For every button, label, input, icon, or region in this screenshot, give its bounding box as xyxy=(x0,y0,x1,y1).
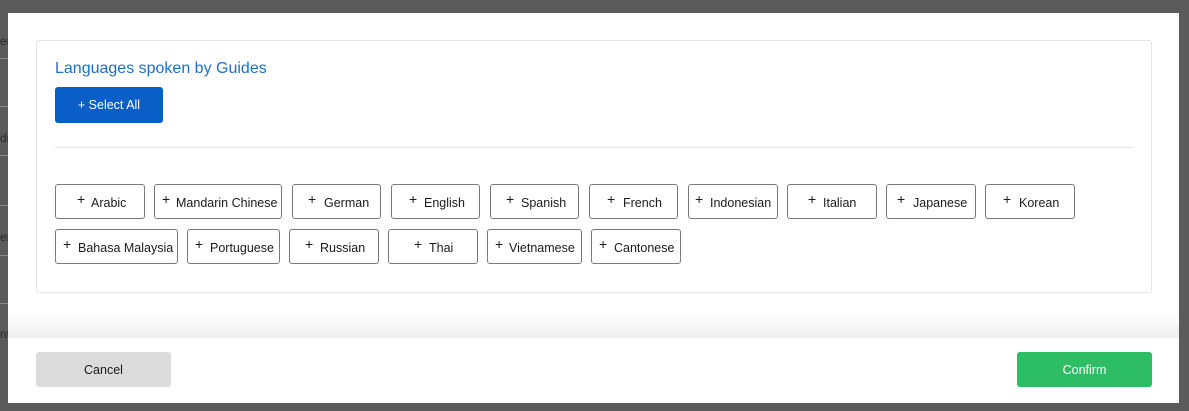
background-row-divider xyxy=(0,58,8,59)
language-label: Russian xyxy=(320,241,366,255)
background-row-divider xyxy=(0,303,8,304)
background-row-divider xyxy=(0,205,8,206)
plus-icon: + xyxy=(305,236,314,252)
section-title: Languages spoken by Guides xyxy=(55,60,267,77)
background-row-divider xyxy=(0,106,8,107)
background-row-text: nte xyxy=(0,327,8,341)
background-row-text: er xyxy=(0,34,8,48)
select-all-button[interactable]: + Select All xyxy=(55,87,163,123)
plus-icon: + xyxy=(1003,191,1012,207)
plus-icon: + xyxy=(495,236,504,252)
language-chip-korean[interactable]: + Korean xyxy=(985,184,1075,219)
language-chip-spanish[interactable]: + Spanish xyxy=(490,184,579,219)
language-chip-portuguese[interactable]: + Portuguese xyxy=(187,229,280,264)
language-chip-russian[interactable]: + Russian xyxy=(289,229,379,264)
plus-icon: + xyxy=(77,191,86,207)
language-label: Thai xyxy=(429,241,454,255)
language-label: German xyxy=(324,196,370,210)
background-row-text: dic xyxy=(0,131,8,145)
divider xyxy=(55,147,1133,148)
background-row-divider xyxy=(0,155,8,156)
language-label: Portuguese xyxy=(210,241,274,255)
language-label: French xyxy=(623,196,662,210)
plus-icon: + xyxy=(195,236,204,252)
language-chip-mandarin-chinese[interactable]: + Mandarin Chinese xyxy=(154,184,282,219)
language-label: Spanish xyxy=(521,196,567,210)
plus-icon: + xyxy=(409,191,418,207)
plus-icon: + xyxy=(308,191,317,207)
language-label: Cantonese xyxy=(614,241,675,255)
plus-icon: + xyxy=(897,191,906,207)
plus-icon: + xyxy=(414,236,423,252)
language-chip-thai[interactable]: + Thai xyxy=(388,229,478,264)
language-label: Indonesian xyxy=(710,196,772,210)
language-chip-arabic[interactable]: + Arabic xyxy=(55,184,145,219)
language-chip-italian[interactable]: + Italian xyxy=(787,184,877,219)
language-label: Mandarin Chinese xyxy=(176,196,278,210)
language-chip-vietnamese[interactable]: + Vietnamese xyxy=(487,229,582,264)
language-label: Japanese xyxy=(913,196,968,210)
language-chip-english[interactable]: + English xyxy=(391,184,480,219)
language-label: Korean xyxy=(1019,196,1060,210)
language-label: English xyxy=(424,196,465,210)
language-chip-indonesian[interactable]: + Indonesian xyxy=(688,184,778,219)
plus-icon: + xyxy=(607,191,616,207)
language-chip-bahasa-malaysia[interactable]: + Bahasa Malaysia xyxy=(55,229,178,264)
plus-icon: + xyxy=(63,236,72,252)
background-row-text: er xyxy=(0,230,8,244)
modal-body: Languages spoken by Guides + Select All … xyxy=(8,13,1179,338)
modal-footer: Cancel Confirm xyxy=(8,338,1179,403)
cancel-button[interactable]: Cancel xyxy=(36,352,171,387)
language-label: Arabic xyxy=(91,196,127,210)
language-label: Italian xyxy=(823,196,857,210)
language-label: Bahasa Malaysia xyxy=(78,241,174,255)
language-label: Vietnamese xyxy=(509,241,575,255)
background-row-divider xyxy=(0,255,8,256)
language-chip-japanese[interactable]: + Japanese xyxy=(886,184,976,219)
confirm-button[interactable]: Confirm xyxy=(1017,352,1152,387)
language-chip-cantonese[interactable]: + Cantonese xyxy=(591,229,681,264)
footer-shadow xyxy=(8,311,1179,338)
language-selection-modal: Languages spoken by Guides + Select All … xyxy=(8,13,1179,403)
plus-icon: + xyxy=(506,191,515,207)
plus-icon: + xyxy=(808,191,817,207)
language-chip-french[interactable]: + French xyxy=(589,184,678,219)
plus-icon: + xyxy=(162,191,171,207)
plus-icon: + xyxy=(695,191,704,207)
language-chip-german[interactable]: + German xyxy=(292,184,381,219)
languages-card: Languages spoken by Guides + Select All … xyxy=(36,40,1152,293)
plus-icon: + xyxy=(599,236,608,252)
